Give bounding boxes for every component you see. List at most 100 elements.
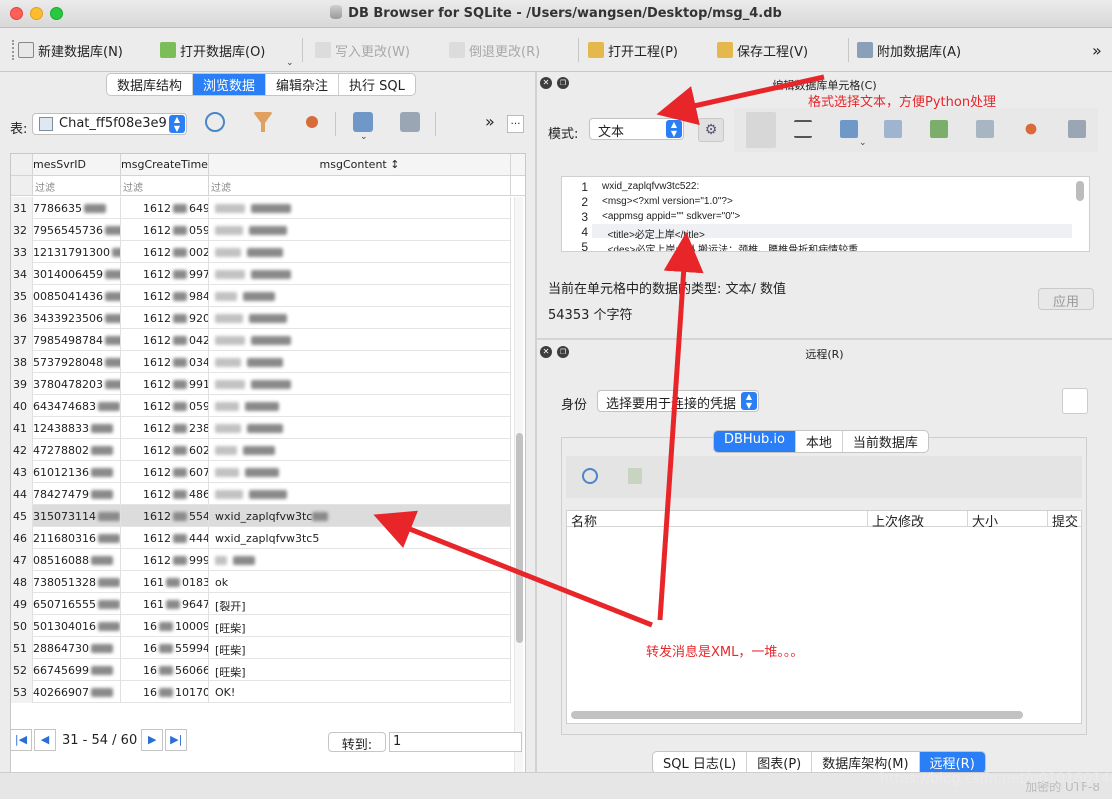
editor-scroll-thumb[interactable] — [1076, 181, 1084, 201]
cell-msgcontent[interactable] — [209, 329, 511, 351]
clear-cell-icon[interactable] — [1025, 123, 1037, 135]
cell-msgcreatetime[interactable]: 1612 059 — [121, 395, 209, 417]
cell-msgcreatetime[interactable]: 1612 2388 — [121, 417, 209, 439]
cell-msgcontent[interactable] — [209, 285, 511, 307]
grid-vertical-scroll-thumb[interactable] — [516, 433, 523, 643]
cell-msgcreatetime[interactable]: 16 56066 — [121, 659, 209, 681]
tab-remote[interactable]: 远程(R) — [919, 752, 985, 773]
cell-msgcontent[interactable] — [209, 197, 511, 219]
tab-db-schema[interactable]: 数据库架构(M) — [812, 752, 920, 773]
table-row[interactable]: 343014006459 1612 9978 — [11, 263, 511, 285]
cell-msgcreatetime[interactable]: 16 10170 — [121, 681, 209, 703]
add-identity-icon[interactable] — [1062, 388, 1088, 414]
pane-splitter-horizontal[interactable] — [537, 338, 1112, 340]
cell-msgcontent[interactable] — [209, 461, 511, 483]
table-row[interactable]: 36 3433923506 1612 920 — [11, 307, 511, 329]
table-row[interactable]: 47 08516088 1612 999 — [11, 549, 511, 571]
row-number[interactable]: 36 — [11, 307, 33, 329]
set-null-icon[interactable] — [930, 120, 948, 138]
table-row[interactable]: 40 643474683 1612 059 — [11, 395, 511, 417]
cell-msgcontent[interactable] — [209, 351, 511, 373]
save-table-icon[interactable] — [353, 112, 373, 132]
open-database-button[interactable]: 打开数据库(O) — [160, 40, 265, 60]
cell-msgcontent[interactable] — [209, 417, 511, 439]
tab-edit-pragmas[interactable]: 编辑杂注 — [266, 74, 340, 95]
tab-plot[interactable]: 图表(P) — [747, 752, 813, 773]
table-row[interactable]: 33 12131791300 1612 002 — [11, 241, 511, 263]
cell-messvrid[interactable]: 0085041436 — [33, 285, 121, 307]
cell-msgcreatetime[interactable]: 1612 9978 — [121, 263, 209, 285]
table-row[interactable]: 45 315073114 1612 554 wxid_zaplqfvw3tc — [11, 505, 511, 527]
cell-msgcontent[interactable]: [旺柴] — [209, 637, 511, 659]
save-project-button[interactable]: 保存工程(V) — [717, 40, 808, 60]
cell-msgcontent[interactable] — [209, 395, 511, 417]
row-number[interactable]: 41 — [11, 417, 33, 439]
print-cell-icon[interactable] — [1068, 120, 1086, 138]
cell-messvrid[interactable]: 47278802 — [33, 439, 121, 461]
table-row[interactable]: 49 650716555 161 9647 [裂开] — [11, 593, 511, 615]
cell-msgcreatetime[interactable]: 161 9647 — [121, 593, 209, 615]
table-row[interactable]: 31 7786635 1612 649 — [11, 197, 511, 219]
cell-msgcontent[interactable] — [209, 241, 511, 263]
row-number[interactable]: 44 — [11, 483, 33, 505]
cell-messvrid[interactable]: 501304016 — [33, 615, 121, 637]
cell-msgcreatetime[interactable]: 1612 984 — [121, 285, 209, 307]
row-number[interactable]: 43 — [11, 461, 33, 483]
column-header-msgcreatetime[interactable]: msgCreateTime — [121, 154, 209, 175]
new-database-button[interactable]: 新建数据库(N) — [18, 40, 123, 60]
cell-messvrid[interactable]: 40266907 — [33, 681, 121, 703]
cell-msgcreatetime[interactable]: 1612 999 — [121, 549, 209, 571]
cell-msgcontent[interactable] — [209, 373, 511, 395]
open-project-button[interactable]: 打开工程(P) — [588, 40, 678, 60]
cell-msgcreatetime[interactable]: 1612 486 — [121, 483, 209, 505]
cell-msgcontent[interactable]: wxid_zaplqfvw3tc — [209, 505, 511, 527]
row-number[interactable]: 48 — [11, 571, 33, 593]
cell-msgcreatetime[interactable]: 1612 6024 — [121, 439, 209, 461]
indent-icon[interactable] — [794, 120, 812, 138]
cell-msgcreatetime[interactable]: 1612 059 — [121, 219, 209, 241]
row-number[interactable]: 38 — [11, 351, 33, 373]
cell-messvrid[interactable]: 315073114 — [33, 505, 121, 527]
table-row[interactable]: 39 3780478203 1612 991 — [11, 373, 511, 395]
save-table-dropdown-icon[interactable]: ⌄ — [360, 132, 368, 142]
cell-editor[interactable]: 1 wxid_zaplqfvw3tc522: 2 <msg><?xml version… — [561, 176, 1090, 252]
cell-msgcontent[interactable] — [209, 307, 511, 329]
tab-database-structure[interactable]: 数据库结构 — [107, 74, 194, 95]
row-number[interactable]: 33 — [11, 241, 33, 263]
cell-messvrid[interactable]: 08516088 — [33, 549, 121, 571]
cell-msgcreatetime[interactable]: 1612 034 — [121, 351, 209, 373]
cell-msgcreatetime[interactable]: 16 55994 — [121, 637, 209, 659]
tab-execute-sql[interactable]: 执行 SQL — [339, 74, 415, 95]
cell-msgcreatetime[interactable]: 1612 042 — [121, 329, 209, 351]
goto-input[interactable]: 1 — [389, 732, 522, 752]
first-page-button[interactable]: |◀ — [10, 729, 32, 751]
copy-cell-icon[interactable] — [976, 120, 994, 138]
row-number[interactable]: 49 — [11, 593, 33, 615]
cell-msgcreatetime[interactable]: 1612 991 — [121, 373, 209, 395]
refresh-icon[interactable] — [205, 112, 225, 132]
revert-changes-button[interactable]: 倒退更改(R) — [449, 40, 540, 60]
row-number[interactable]: 35 — [11, 285, 33, 307]
table-row[interactable]: 38 5737928048 1612 034 — [11, 351, 511, 373]
cell-messvrid[interactable]: 7985498784 — [33, 329, 121, 351]
cell-msgcontent[interactable] — [209, 263, 511, 285]
tab-sql-log[interactable]: SQL 日志(L) — [653, 752, 748, 773]
cell-msgcreatetime[interactable]: 1612 6072 — [121, 461, 209, 483]
table-row[interactable]: 35 0085041436 1612 984 — [11, 285, 511, 307]
table-row[interactable]: 46 211680316 1612 444 wxid_zaplqfvw3tc5 — [11, 527, 511, 549]
row-number[interactable]: 52 — [11, 659, 33, 681]
cell-messvrid[interactable]: 211680316 — [33, 527, 121, 549]
table-select[interactable]: Chat_ff5f08e3e9 ▲ ▼ — [32, 113, 187, 135]
cell-messvrid[interactable]: 3433923506 — [33, 307, 121, 329]
cell-messvrid[interactable]: 3780478203 — [33, 373, 121, 395]
attach-database-button[interactable]: 附加数据库(A) — [857, 40, 961, 60]
column-header-last-modified[interactable]: 上次修改 — [867, 511, 967, 530]
cell-messvrid[interactable]: 12131791300 — [33, 241, 121, 263]
refresh-icon[interactable] — [582, 468, 598, 484]
cell-msgcontent[interactable] — [209, 439, 511, 461]
row-number[interactable]: 34 — [11, 263, 33, 285]
clear-filters-icon[interactable] — [253, 112, 273, 132]
last-page-button[interactable]: ▶| — [165, 729, 188, 751]
tab-current-database[interactable]: 当前数据库 — [843, 431, 928, 452]
row-number[interactable]: 45 — [11, 505, 33, 527]
